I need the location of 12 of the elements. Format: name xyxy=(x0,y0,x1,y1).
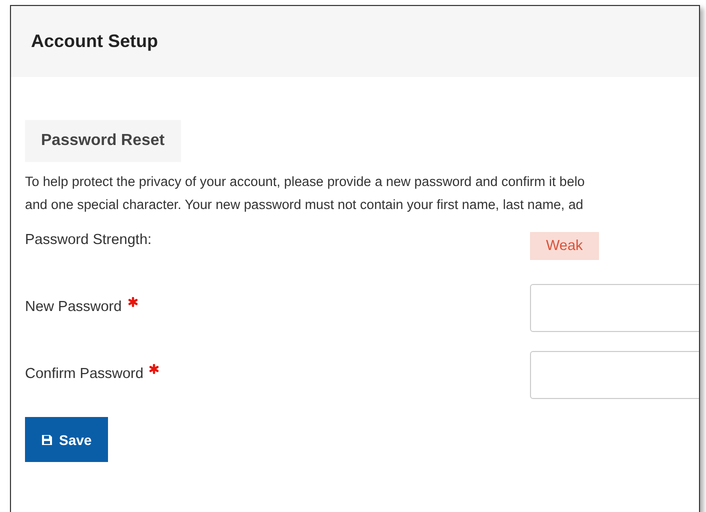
instruction-text: and one special character. Your new password must not contain your first name, last name, ad xyxy=(25,196,584,214)
password-field[interactable] xyxy=(530,351,699,399)
strength-badge: Weak xyxy=(530,232,599,260)
save-button[interactable]: Save xyxy=(25,417,108,462)
field-label: New Password xyxy=(25,299,122,315)
field-label: Confirm Password xyxy=(25,366,144,382)
window-title: Account Setup xyxy=(31,31,158,52)
save-icon xyxy=(41,434,53,446)
field-label: Password Strength: xyxy=(25,232,152,248)
instruction-text: To help protect the privacy of your account, please provide a new password and confirm it belo xyxy=(25,173,586,191)
section-title: Password Reset xyxy=(25,120,181,162)
password-field[interactable] xyxy=(530,284,699,332)
